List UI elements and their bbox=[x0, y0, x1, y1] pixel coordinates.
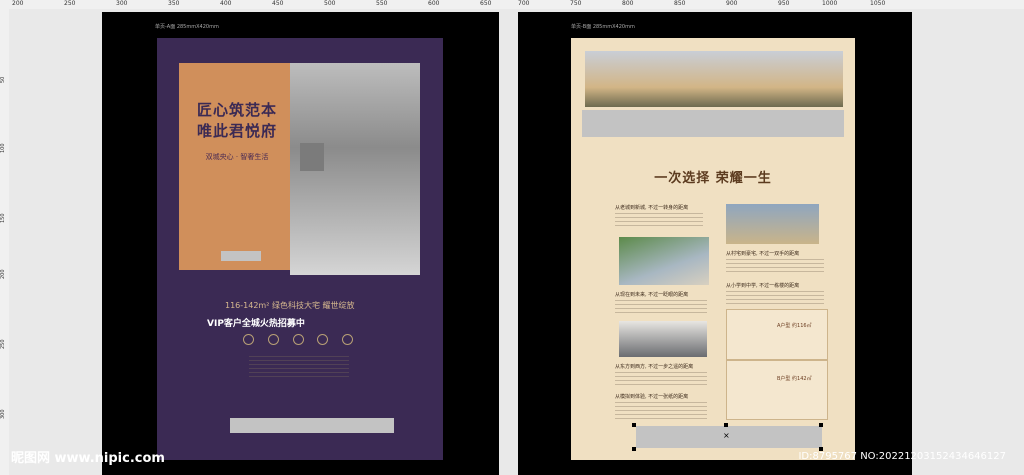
body-text-block bbox=[249, 356, 349, 378]
headline-subtitle: 双城央心 · 智奢生活 bbox=[205, 153, 269, 161]
ruler-tick: 1050 bbox=[870, 0, 886, 7]
ruler-tick: 200 bbox=[12, 0, 24, 7]
section-title: 从老城到新城, 不过一转身的距离 bbox=[615, 205, 689, 211]
selection-handle[interactable] bbox=[632, 447, 636, 451]
back-headline: 一次选择 荣耀一生 bbox=[654, 171, 772, 186]
ruler-tick: 600 bbox=[428, 0, 440, 7]
ruler-tick: 150 bbox=[0, 213, 6, 223]
ruler-tick: 300 bbox=[116, 0, 128, 7]
ruler-tick: 850 bbox=[674, 0, 686, 7]
plan-label: A户型 约116㎡ bbox=[777, 323, 812, 329]
section-text bbox=[726, 259, 824, 275]
flyer-back[interactable]: 一次选择 荣耀一生 从老城到新城, 不过一转身的距离 从村宅到豪宅, 不过一双手… bbox=[571, 38, 855, 460]
ruler-tick: 500 bbox=[324, 0, 336, 7]
ruler-tick: 450 bbox=[272, 0, 284, 7]
artboard-label: 单页-A面 285mmX420mm bbox=[155, 24, 219, 30]
section-text bbox=[615, 300, 707, 314]
feature-icon bbox=[267, 334, 279, 345]
ruler-tick: 700 bbox=[518, 0, 530, 7]
section-title: 从村宅到豪宅, 不过一双手的距离 bbox=[726, 251, 800, 257]
ruler-tick: 900 bbox=[726, 0, 738, 7]
feature-icon bbox=[317, 334, 329, 345]
selection-handle[interactable] bbox=[724, 423, 728, 427]
artboard-label: 单页-B面 285mmX420mm bbox=[571, 24, 635, 30]
promo-vip-line: VIP客户全城火热招募中 bbox=[207, 319, 305, 329]
ruler-tick: 250 bbox=[0, 339, 6, 349]
section-text bbox=[615, 213, 703, 229]
logo-placeholder bbox=[221, 251, 261, 261]
masked-area bbox=[300, 143, 324, 171]
section-text bbox=[615, 402, 707, 420]
ruler-tick: 200 bbox=[0, 269, 6, 279]
section-photo bbox=[726, 204, 819, 244]
section-title: 从模拟到体验, 不过一张纸的距离 bbox=[615, 394, 689, 400]
image-id-watermark: ID:8795767 NO:20221203152434646127 bbox=[798, 451, 1006, 462]
building-banner bbox=[585, 51, 843, 107]
contact-placeholder bbox=[230, 418, 394, 433]
ruler-tick: 400 bbox=[220, 0, 232, 7]
horseman-photo bbox=[290, 63, 420, 275]
section-photo bbox=[619, 321, 707, 357]
floor-plan-a: A户型 约116㎡ bbox=[726, 309, 828, 360]
ruler-tick: 250 bbox=[64, 0, 76, 7]
feature-icon bbox=[292, 334, 304, 345]
plan-label: B户型 约142㎡ bbox=[777, 376, 812, 382]
flyer-front[interactable]: 匠心筑范本 唯此君悦府 双城央心 · 智奢生活 116-142m² 绿色科技大宅… bbox=[157, 38, 443, 460]
selection-center-icon[interactable]: × bbox=[723, 431, 730, 440]
section-title: 从东方到西方, 不过一步之遥的距离 bbox=[615, 364, 694, 370]
headline-line-2: 唯此君悦府 bbox=[196, 122, 277, 140]
ruler-tick: 1000 bbox=[822, 0, 838, 7]
section-title: 从小学到中学, 不过一栋楼的距离 bbox=[726, 283, 800, 289]
ruler-tick: 300 bbox=[0, 409, 6, 419]
promo-area-line: 116-142m² 绿色科技大宅 耀世绽放 bbox=[225, 301, 355, 310]
feature-icon bbox=[342, 334, 353, 345]
ruler-tick: 650 bbox=[480, 0, 492, 7]
selection-handle[interactable] bbox=[819, 423, 823, 427]
banner-caption-placeholder bbox=[582, 110, 844, 137]
title-panel: 匠心筑范本 唯此君悦府 双城央心 · 智奢生活 bbox=[179, 63, 295, 270]
section-title: 从现在到未来, 不过一眨眼的距离 bbox=[615, 292, 689, 298]
site-watermark: 昵图网 www.nipic.com bbox=[11, 451, 165, 466]
ruler-tick: 750 bbox=[570, 0, 582, 7]
headline-line-1: 匠心筑范本 bbox=[196, 101, 277, 119]
ruler-tick: 950 bbox=[778, 0, 790, 7]
ruler-tick: 50 bbox=[0, 76, 6, 83]
section-text bbox=[726, 291, 824, 307]
feature-icons bbox=[243, 334, 353, 346]
ruler-tick: 550 bbox=[376, 0, 388, 7]
ruler-tick: 350 bbox=[168, 0, 180, 7]
ruler-tick: 100 bbox=[0, 143, 6, 153]
feature-icon bbox=[243, 334, 254, 345]
floor-plan-b: B户型 约142㎡ bbox=[726, 360, 828, 420]
selection-handle[interactable] bbox=[632, 423, 636, 427]
section-photo bbox=[619, 237, 709, 285]
ruler-tick: 800 bbox=[622, 0, 634, 7]
section-text bbox=[615, 372, 707, 388]
